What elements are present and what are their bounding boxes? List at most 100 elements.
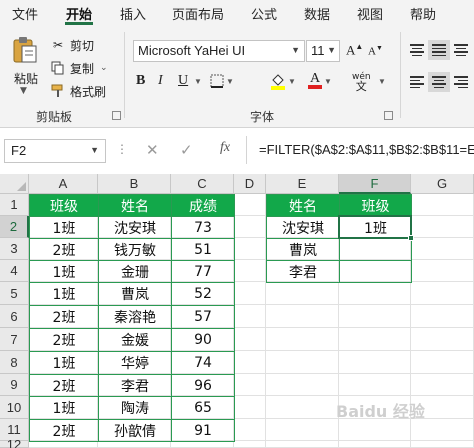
grid-cell[interactable]: [234, 305, 266, 328]
table-cell[interactable]: 1班: [29, 282, 99, 306]
tab-data[interactable]: 数据: [304, 4, 330, 23]
grow-font-button[interactable]: A▲: [346, 42, 363, 58]
row-header-9[interactable]: 9: [0, 374, 29, 396]
tab-file[interactable]: 文件: [12, 4, 38, 23]
cancel-icon[interactable]: ✕: [146, 141, 159, 159]
grid-cell[interactable]: [266, 374, 339, 396]
lookup-cell[interactable]: 沈安琪: [266, 216, 340, 239]
grid-cell[interactable]: [411, 216, 474, 238]
phonetic-dropdown-icon[interactable]: ▼: [376, 72, 386, 90]
grid-cell[interactable]: [234, 260, 266, 282]
lookup-header-cell[interactable]: 班级: [339, 194, 412, 217]
row-header-6[interactable]: 6: [0, 305, 29, 328]
table-cell[interactable]: 沈安琪: [98, 216, 172, 239]
column-header-e[interactable]: E: [266, 174, 339, 194]
lookup-cell[interactable]: [339, 260, 412, 283]
grid-cell[interactable]: [266, 305, 339, 328]
clipboard-launcher-icon[interactable]: [112, 111, 121, 120]
grid-cell[interactable]: [266, 441, 339, 448]
table-cell[interactable]: 1班: [29, 351, 99, 375]
lookup-cell[interactable]: 李君: [266, 260, 340, 283]
grid-cell[interactable]: [234, 238, 266, 260]
grid-cell[interactable]: [234, 419, 266, 441]
grid-cell[interactable]: [411, 419, 474, 441]
table-cell[interactable]: 孙歆倩: [98, 419, 172, 442]
row-header-1[interactable]: 1: [0, 194, 29, 216]
grid-cell[interactable]: [339, 305, 411, 328]
italic-button[interactable]: I: [158, 72, 163, 90]
row-header-3[interactable]: 3: [0, 238, 29, 260]
align-center-button[interactable]: [428, 72, 450, 92]
grid-cell[interactable]: [266, 328, 339, 351]
bold-button[interactable]: B: [136, 72, 145, 90]
tab-page-layout[interactable]: 页面布局: [172, 4, 224, 23]
table-cell[interactable]: 2班: [29, 328, 99, 352]
grid-cell[interactable]: [339, 441, 411, 448]
grid-cell[interactable]: [171, 441, 234, 448]
grid-cell[interactable]: [411, 282, 474, 305]
table-cell[interactable]: 65: [171, 396, 235, 420]
active-cell-outline[interactable]: [338, 215, 412, 239]
borders-button[interactable]: ▼: [210, 72, 234, 90]
tab-insert[interactable]: 插入: [120, 4, 146, 23]
table-cell[interactable]: 华婷: [98, 351, 172, 375]
paste-button[interactable]: 粘贴: [14, 70, 38, 87]
name-box[interactable]: F2 ▼: [4, 139, 106, 163]
table-cell[interactable]: 74: [171, 351, 235, 375]
column-header-f[interactable]: F: [339, 174, 411, 194]
tab-help[interactable]: 帮助: [410, 4, 436, 23]
cut-button[interactable]: ✂ 剪切: [50, 36, 94, 54]
grid-cell[interactable]: [98, 441, 171, 448]
grid-cell[interactable]: [411, 194, 474, 216]
grid-cell[interactable]: [411, 441, 474, 448]
row-header-2[interactable]: 2: [0, 216, 29, 238]
table-cell[interactable]: 96: [171, 374, 235, 397]
font-name-select[interactable]: Microsoft YaHei UI ▼: [133, 40, 305, 62]
grid-cell[interactable]: [339, 374, 411, 396]
table-cell[interactable]: 2班: [29, 419, 99, 442]
row-header-12[interactable]: 12: [0, 438, 29, 448]
table-cell[interactable]: 77: [171, 260, 235, 283]
table-header-cell[interactable]: 姓名: [98, 194, 172, 217]
lookup-cell[interactable]: [339, 238, 412, 261]
grid-cell[interactable]: [411, 351, 474, 374]
grid-cell[interactable]: [234, 396, 266, 419]
phonetic-button[interactable]: wén 文: [352, 72, 371, 92]
table-cell[interactable]: 钱万敏: [98, 238, 172, 261]
grid-cell[interactable]: [411, 260, 474, 282]
grid-cell[interactable]: [266, 351, 339, 374]
grid-cell[interactable]: [266, 419, 339, 441]
insert-function-icon[interactable]: fx: [220, 140, 230, 156]
table-cell[interactable]: 2班: [29, 238, 99, 261]
grid-cell[interactable]: [411, 328, 474, 351]
grid-cell[interactable]: [234, 194, 266, 216]
table-header-cell[interactable]: 班级: [29, 194, 99, 217]
lookup-cell[interactable]: 曹岚: [266, 238, 340, 261]
table-cell[interactable]: 91: [171, 419, 235, 442]
row-header-8[interactable]: 8: [0, 351, 29, 374]
format-painter-button[interactable]: 格式刷: [50, 82, 106, 100]
grid-cell[interactable]: [411, 238, 474, 260]
font-launcher-icon[interactable]: [384, 111, 393, 120]
grid-cell[interactable]: [411, 374, 474, 396]
shrink-font-button[interactable]: A▼: [368, 44, 383, 58]
grid-cell[interactable]: [339, 282, 411, 305]
align-bottom-button[interactable]: [450, 40, 472, 60]
grid-cell[interactable]: [234, 282, 266, 305]
row-header-10[interactable]: 10: [0, 396, 29, 419]
grid-cell[interactable]: [234, 216, 266, 238]
table-cell[interactable]: 52: [171, 282, 235, 306]
table-cell[interactable]: 李君: [98, 374, 172, 397]
table-cell[interactable]: 金珊: [98, 260, 172, 283]
underline-button[interactable]: U: [178, 72, 188, 90]
table-cell[interactable]: 57: [171, 305, 235, 329]
grid-cell[interactable]: [234, 441, 266, 448]
align-top-button[interactable]: [406, 40, 428, 60]
column-header-b[interactable]: B: [98, 174, 171, 194]
grid-cell[interactable]: [339, 419, 411, 441]
formula-input[interactable]: =FILTER($A$2:$A$11,$B$2:$B$11=E2: [246, 136, 474, 164]
tab-view[interactable]: 视图: [357, 4, 383, 23]
align-middle-button[interactable]: [428, 40, 450, 60]
table-cell[interactable]: 90: [171, 328, 235, 352]
paste-dropdown-icon[interactable]: ▼: [20, 86, 27, 96]
